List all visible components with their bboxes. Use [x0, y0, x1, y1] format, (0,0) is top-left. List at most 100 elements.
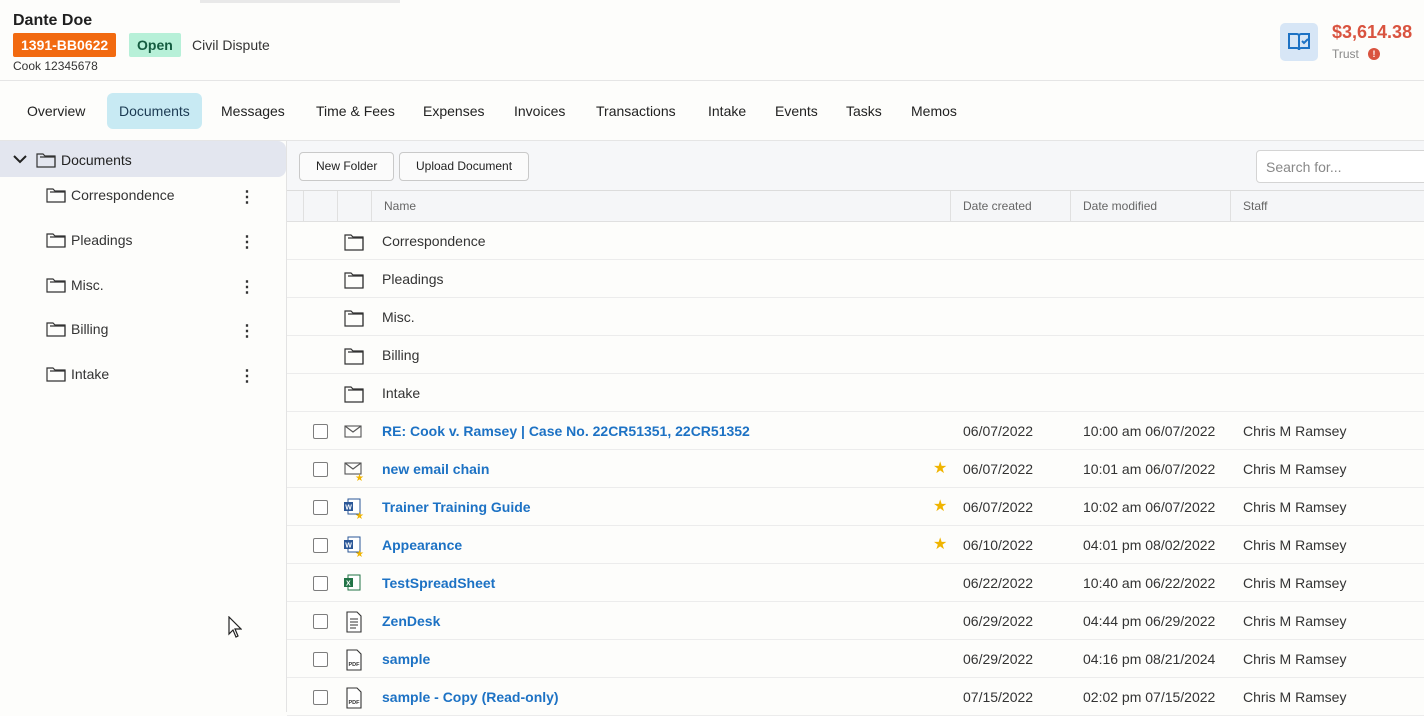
tab-tasks[interactable]: Tasks	[834, 93, 894, 129]
row-checkbox[interactable]	[313, 424, 328, 439]
document-link[interactable]: Trainer Training Guide	[382, 499, 531, 515]
row-checkbox[interactable]	[313, 462, 328, 477]
tree-item-misc[interactable]: Misc. ⋮	[0, 271, 286, 307]
more-options-icon[interactable]: ⋮	[238, 233, 256, 253]
table-row[interactable]: X TestSpreadSheet 06/22/2022 10:40 am 06…	[287, 564, 1424, 602]
folder-icon	[46, 233, 66, 248]
tree-item-intake[interactable]: Intake ⋮	[0, 360, 286, 396]
case-subtitle: Cook 12345678	[13, 59, 98, 73]
star-icon[interactable]: ★	[933, 496, 947, 516]
folder-icon	[46, 278, 66, 293]
table-row[interactable]: W ★ Trainer Training Guide ★ 06/07/2022 1…	[287, 488, 1424, 526]
name-column-header[interactable]: Name	[371, 191, 951, 222]
date-modified: 04:16 pm 08/21/2024	[1083, 651, 1216, 667]
row-checkbox[interactable]	[313, 652, 328, 667]
row-checkbox[interactable]	[313, 614, 328, 629]
tree-item-label: Intake	[71, 366, 110, 382]
document-link[interactable]: TestSpreadSheet	[382, 575, 495, 591]
document-link[interactable]: new email chain	[382, 461, 489, 477]
select-column-header	[303, 191, 337, 222]
alert-icon[interactable]: !	[1368, 48, 1380, 60]
row-checkbox[interactable]	[313, 690, 328, 705]
tree-root-documents[interactable]: Documents	[0, 141, 286, 177]
tab-events[interactable]: Events	[763, 93, 830, 129]
table-row[interactable]: PDF sample - Copy (Read-only) 07/15/2022…	[287, 678, 1424, 716]
date-created-column-header[interactable]: Date created	[950, 191, 1070, 222]
table-row[interactable]: Billing	[287, 336, 1424, 374]
folder-tree: Documents Correspondence ⋮ Pleadings ⋮ M…	[0, 141, 287, 712]
document-link[interactable]: RE: Cook v. Ramsey | Case No. 22CR51351,…	[382, 423, 750, 439]
date-created: 06/29/2022	[963, 613, 1034, 629]
folder-icon	[344, 348, 364, 365]
case-header: Dante Doe 1391-BB0622 Open Civil Dispute…	[0, 0, 1424, 81]
tab-time-fees[interactable]: Time & Fees	[304, 93, 407, 129]
word-starred-icon: W★	[344, 536, 364, 557]
tree-item-pleadings[interactable]: Pleadings ⋮	[0, 226, 286, 262]
document-link[interactable]: sample	[382, 651, 430, 667]
table-row[interactable]: RE: Cook v. Ramsey | Case No. 22CR51351,…	[287, 412, 1424, 450]
mouse-cursor-icon	[228, 616, 242, 638]
folder-icon	[46, 188, 66, 203]
folder-icon	[344, 234, 364, 251]
new-folder-button[interactable]: New Folder	[299, 152, 395, 181]
tab-messages[interactable]: Messages	[209, 93, 297, 129]
star-icon[interactable]: ★	[933, 458, 947, 478]
table-row[interactable]: ★ new email chain ★ 06/07/2022 10:01 am …	[287, 450, 1424, 488]
tab-intake[interactable]: Intake	[696, 93, 758, 129]
table-row[interactable]: W ★ Appearance ★ 06/10/2022 04:01 pm 08/0…	[287, 526, 1424, 564]
search-input[interactable]	[1256, 150, 1424, 183]
more-options-icon[interactable]: ⋮	[238, 188, 256, 208]
pdf-icon: PDF	[346, 687, 362, 709]
tab-invoices[interactable]: Invoices	[502, 93, 577, 129]
documents-toolbar: New Folder Upload Document	[287, 141, 1424, 191]
upload-document-button[interactable]: Upload Document	[399, 152, 530, 181]
tab-transactions[interactable]: Transactions	[584, 93, 688, 129]
table-row[interactable]: ZenDesk 06/29/2022 04:44 pm 06/29/2022 C…	[287, 602, 1424, 640]
document-link[interactable]: sample - Copy (Read-only)	[382, 689, 559, 705]
staff-name: Chris M Ramsey	[1243, 461, 1347, 477]
folder-name[interactable]: Pleadings	[382, 271, 444, 287]
svg-text:★: ★	[355, 549, 364, 557]
svg-text:W: W	[345, 505, 352, 512]
tree-item-correspondence[interactable]: Correspondence ⋮	[0, 181, 286, 217]
table-row[interactable]: PDF sample 06/29/2022 04:16 pm 08/21/202…	[287, 640, 1424, 678]
document-link[interactable]: Appearance	[382, 537, 462, 553]
table-row[interactable]: Intake	[287, 374, 1424, 412]
table-row[interactable]: Correspondence	[287, 222, 1424, 260]
more-options-icon[interactable]: ⋮	[238, 322, 256, 342]
folder-name[interactable]: Intake	[382, 385, 420, 401]
date-created: 06/29/2022	[963, 651, 1034, 667]
staff-column-header[interactable]: Staff	[1230, 191, 1424, 222]
word-starred-icon: W★	[344, 498, 364, 519]
tab-overview[interactable]: Overview	[15, 93, 97, 129]
date-modified: 04:44 pm 06/29/2022	[1083, 613, 1216, 629]
tree-item-billing[interactable]: Billing ⋮	[0, 315, 286, 351]
tab-documents[interactable]: Documents	[107, 93, 202, 129]
table-row[interactable]: Misc.	[287, 298, 1424, 336]
folder-icon	[46, 367, 66, 382]
date-modified-column-header[interactable]: Date modified	[1070, 191, 1230, 222]
folder-name[interactable]: Misc.	[382, 309, 415, 325]
type-column-header	[337, 191, 371, 222]
star-icon[interactable]: ★	[933, 534, 947, 554]
client-name[interactable]: Dante Doe	[13, 12, 92, 30]
row-checkbox[interactable]	[313, 576, 328, 591]
trust-label: Trust	[1332, 47, 1359, 61]
folder-name[interactable]: Correspondence	[382, 233, 486, 249]
date-created: 06/07/2022	[963, 423, 1034, 439]
excel-icon: X	[344, 574, 361, 591]
staff-name: Chris M Ramsey	[1243, 423, 1347, 439]
more-options-icon[interactable]: ⋮	[238, 367, 256, 387]
row-checkbox[interactable]	[313, 538, 328, 553]
table-row[interactable]: Pleadings	[287, 260, 1424, 298]
tab-memos[interactable]: Memos	[899, 93, 969, 129]
chevron-down-icon[interactable]	[12, 152, 28, 166]
date-created: 06/22/2022	[963, 575, 1034, 591]
tab-expenses[interactable]: Expenses	[411, 93, 496, 129]
folder-name[interactable]: Billing	[382, 347, 419, 363]
row-checkbox[interactable]	[313, 500, 328, 515]
text-document-icon	[346, 611, 362, 633]
more-options-icon[interactable]: ⋮	[238, 278, 256, 298]
document-link[interactable]: ZenDesk	[382, 613, 440, 629]
trust-ledger-button[interactable]	[1280, 23, 1318, 61]
